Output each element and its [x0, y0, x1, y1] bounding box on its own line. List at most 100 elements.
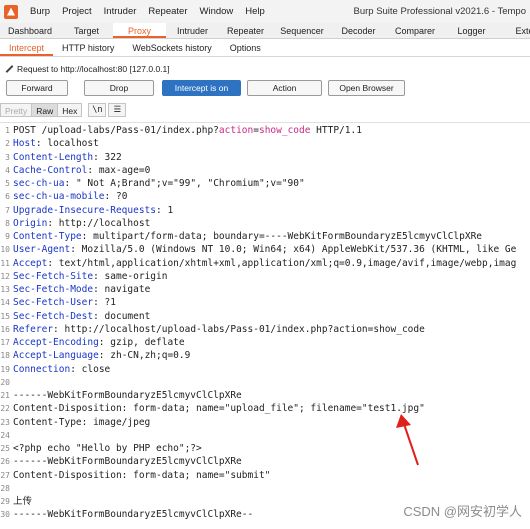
view-raw-button[interactable]: Raw [32, 103, 59, 117]
tab-options[interactable]: Options [221, 40, 270, 56]
body-line: Content-Disposition: form-data; name="up… [13, 403, 425, 415]
tab-target[interactable]: Target [60, 23, 113, 38]
header-name: Sec-Fetch-Mode [13, 284, 94, 295]
header-value: zh-CN,zh;q=0.9 [104, 350, 191, 362]
view-pretty-button[interactable]: Pretty [0, 103, 33, 117]
line-content: Content-Disposition: form-data; name="up… [13, 402, 425, 415]
tab-extender[interactable]: Exte [498, 23, 530, 38]
line-content: Content-Type: image/jpeg [13, 416, 150, 429]
body-line: <?php echo "Hello by PHP echo";?> [13, 443, 202, 454]
header-value: http://localhost/upload-labs/Pass-01/ind… [58, 323, 425, 335]
tab-intercept[interactable]: Intercept [0, 40, 54, 56]
menu-bar: Burp Project Intruder Repeater Window He… [0, 0, 530, 23]
header-value: ?0 [110, 191, 128, 203]
main-tab-bar: Dashboard Target Proxy Intruder Repeater… [0, 23, 530, 39]
line-number: 27 [0, 470, 10, 480]
line-content: Sec-Fetch-Site: same-origin [13, 270, 167, 283]
line-number: 2 [5, 139, 10, 149]
line-content: Content-Disposition: form-data; name="su… [13, 469, 270, 482]
tab-websockets-history[interactable]: WebSockets history [123, 40, 220, 56]
window-title: Burp Suite Professional v2021.6 - Tempo [353, 6, 526, 17]
header-value: 1 [161, 204, 174, 216]
header-value: 322 [98, 151, 122, 163]
line-content: Origin: http://localhost [13, 217, 150, 230]
editor-menu-icon[interactable]: ☰ [108, 103, 127, 117]
menu-project[interactable]: Project [56, 0, 98, 23]
body-line: Content-Type: image/jpeg [13, 416, 151, 428]
header-name: Content-Length [13, 151, 94, 163]
tab-comparer[interactable]: Comparer [385, 23, 445, 38]
line-number: 10 [0, 245, 10, 255]
header-value: text/html,application/xhtml+xml,applicat… [53, 257, 517, 269]
header-name: Host [13, 138, 36, 150]
request-target-row: Request to http://localhost:80 [127.0.0.… [0, 62, 170, 76]
menu-repeater[interactable]: Repeater [142, 0, 193, 23]
header-value: navigate [98, 284, 151, 295]
open-browser-button[interactable]: Open Browser [328, 80, 405, 96]
menu-window[interactable]: Window [194, 0, 240, 23]
line-content: ------WebKitFormBoundaryzE5lcmyvClClpXRe [13, 389, 242, 402]
tab-sequencer[interactable]: Sequencer [272, 23, 332, 38]
menu-burp[interactable]: Burp [24, 0, 56, 23]
message-editor-toolbar: Pretty Raw Hex \n ☰ [0, 103, 127, 117]
menu-help[interactable]: Help [239, 0, 271, 23]
header-name: sec-ch-ua [13, 178, 65, 189]
intercept-toggle-button[interactable]: Intercept is on [162, 80, 241, 96]
header-name: Upgrade-Insecure-Requests [13, 204, 156, 216]
header-value: document [98, 310, 151, 322]
tab-dashboard[interactable]: Dashboard [0, 23, 60, 38]
line-number: 23 [0, 417, 10, 427]
line-number: 11 [0, 258, 10, 268]
body-line: ------WebKitFormBoundaryzE5lcmyvClClpXRe [13, 390, 242, 401]
tab-logger[interactable]: Logger [445, 23, 498, 38]
line-content: Sec-Fetch-User: ?1 [13, 296, 116, 309]
header-name: Sec-Fetch-Dest [13, 310, 94, 322]
line-number: 8 [5, 218, 10, 228]
header-name: Accept-Encoding [13, 337, 99, 348]
header-name: Origin [13, 217, 48, 229]
tab-http-history[interactable]: HTTP history [53, 40, 123, 56]
header-name: Sec-Fetch-Site [13, 270, 94, 282]
line-number: 24 [0, 430, 10, 440]
line-number: 3 [5, 152, 10, 162]
drop-button[interactable]: Drop [84, 80, 154, 96]
line-content: Upgrade-Insecure-Requests: 1 [13, 204, 173, 217]
line-number: 26 [0, 457, 10, 467]
line-number: 25 [0, 444, 10, 453]
line-content: Sec-Fetch-Mode: navigate [13, 283, 150, 296]
pencil-icon[interactable] [3, 63, 15, 75]
line-content: Host: localhost [13, 137, 99, 150]
header-value: localhost [41, 138, 99, 150]
tab-intruder[interactable]: Intruder [166, 23, 219, 38]
tab-repeater[interactable]: Repeater [219, 23, 272, 38]
menu-intruder[interactable]: Intruder [98, 0, 143, 23]
line-number: 22 [0, 404, 10, 414]
action-button[interactable]: Action [247, 80, 322, 96]
line-content: Content-Length: 322 [13, 151, 122, 164]
line-number: 15 [0, 311, 10, 321]
view-hex-button[interactable]: Hex [58, 103, 83, 117]
show-newlines-toggle[interactable]: \n [88, 103, 107, 117]
line-content: Accept-Encoding: gzip, deflate [13, 336, 185, 349]
line-number: 20 [0, 377, 10, 387]
line-number: 13 [0, 285, 10, 294]
line-content: sec-ch-ua: " Not A;Brand";v="99", "Chrom… [13, 177, 305, 190]
line-number: 19 [0, 364, 10, 374]
line-content: ------WebKitFormBoundaryzE5lcmyvClClpXRe… [13, 508, 253, 521]
line-content: Content-Type: multipart/form-data; bound… [13, 230, 482, 243]
header-value: gzip, deflate [104, 337, 185, 348]
line-number: 9 [5, 232, 10, 241]
body-line: 上传 [13, 496, 33, 507]
line-content: Accept-Language: zh-CN,zh;q=0.9 [13, 349, 190, 362]
tab-proxy[interactable]: Proxy [113, 23, 166, 38]
request-editor[interactable]: 1 POST /upload-labs/Pass-01/index.php?act… [0, 122, 530, 529]
line-number: 16 [0, 324, 10, 334]
tab-decoder[interactable]: Decoder [332, 23, 385, 38]
line-content: ------WebKitFormBoundaryzE5lcmyvClClpXRe [13, 455, 242, 468]
request-target-label: Request to http://localhost:80 [127.0.0.… [17, 64, 170, 74]
forward-button[interactable]: Forward [6, 80, 68, 96]
header-name: Referer [13, 323, 54, 335]
body-line: ------WebKitFormBoundaryzE5lcmyvClClpXRe… [13, 509, 254, 521]
header-name: sec-ch-ua-mobile [13, 191, 105, 203]
line-number: 7 [5, 205, 10, 215]
